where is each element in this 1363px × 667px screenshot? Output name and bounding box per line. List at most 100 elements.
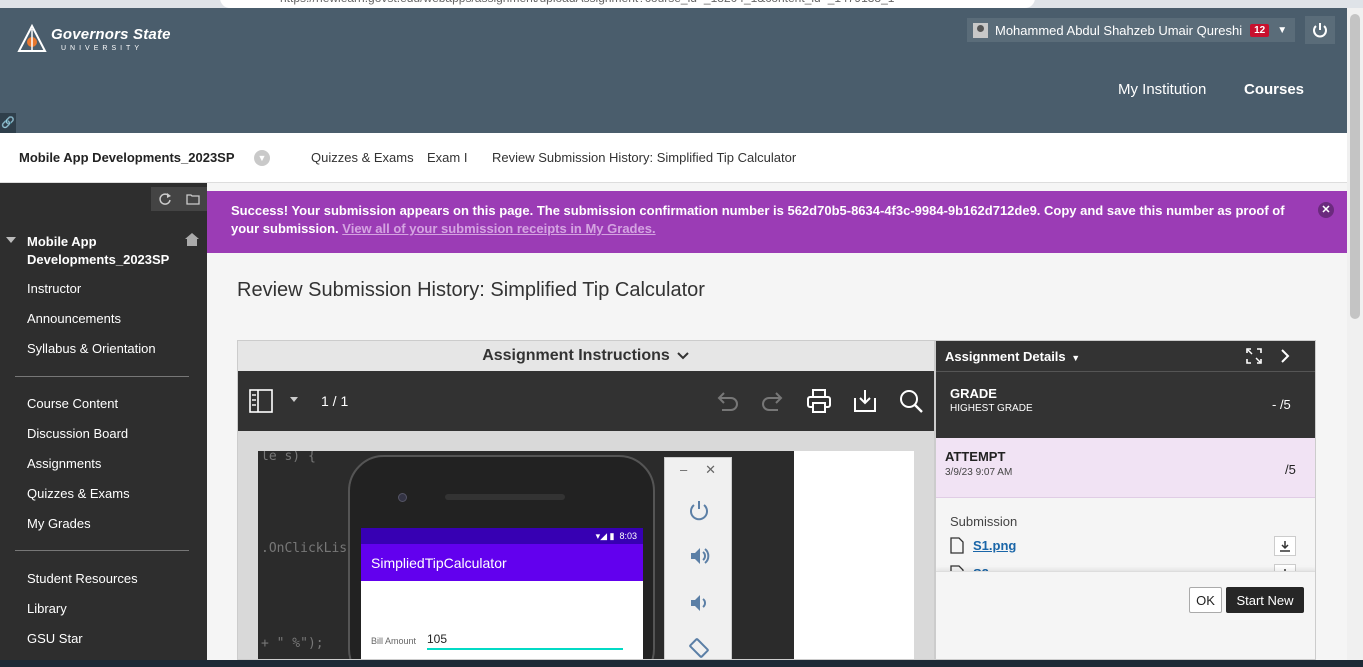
details-heading: Assignment Details [945,349,1066,364]
logo-name: Governors State [51,25,171,43]
breadcrumb-quizzes[interactable]: Quizzes & Exams [311,150,414,165]
sidebar-divider [15,376,189,377]
volume-down-icon [687,591,711,615]
chevron-down-icon: ▼ [1277,24,1288,36]
scrollbar-thumb[interactable] [1350,14,1360,319]
minimize-icon: – [679,462,688,477]
code-line: le s) { [261,451,316,464]
rotate-icon [687,636,711,659]
start-new-button[interactable]: Start New [1226,587,1304,613]
chevron-down-icon: ▼ [1071,353,1081,363]
nav-courses[interactable]: Courses [1244,81,1304,98]
search-icon[interactable] [898,388,924,414]
attempt-label: ATTEMPT [945,449,1006,464]
screenshot-image: le s) { .OnClickLis + " %"); ▾◢ ▮ 8:03 S… [258,451,794,659]
link-icon[interactable]: 🔗 [0,113,16,133]
sidebar-toggle-icon[interactable] [249,389,273,413]
user-menu[interactable]: Mohammed Abdul Shahzeb Umair Qureshi 12 … [967,18,1296,42]
sidebar-item-syllabus[interactable]: Syllabus & Orientation [27,341,156,356]
page-title: Review Submission History: Simplified Ti… [237,279,705,301]
attempt-date: 3/9/23 9:07 AM [945,467,1013,478]
university-logo[interactable]: Governors State UNIVERSITY [17,24,171,54]
sidebar-item-announcements[interactable]: Announcements [27,311,121,326]
sidebar-item-instructor[interactable]: Instructor [27,281,81,296]
os-taskbar [0,660,1363,667]
collapse-caret-icon[interactable] [6,237,16,243]
instructions-heading: Assignment Instructions [482,347,670,364]
ok-button[interactable]: OK [1189,587,1222,613]
sidebar-item-discussion-board[interactable]: Discussion Board [27,426,128,441]
phone-time: 8:03 [619,531,637,541]
course-menu-tools [151,187,207,211]
undo-icon[interactable] [714,388,740,414]
grade-sublabel: HIGHEST GRADE [950,403,1033,414]
main-content: Success! Your submission appears on this… [207,183,1347,660]
document-viewer-toolbar: 1 / 1 [238,371,934,431]
speaker-grille [445,494,565,500]
expand-icon[interactable] [1246,348,1262,364]
page-scrollbar[interactable] [1347,8,1363,660]
details-header: Assignment Details ▼ [936,341,1315,371]
phone-status-bar: ▾◢ ▮ 8:03 [361,528,643,544]
page-counter: 1 / 1 [321,393,349,409]
receipts-link[interactable]: View all of your submission receipts in … [342,221,655,236]
grade-section: GRADE HIGHEST GRADE - /5 [936,371,1315,438]
folder-view-button[interactable] [179,187,207,211]
logo-subtitle: UNIVERSITY [61,44,144,52]
refresh-icon [159,193,171,205]
address-bar[interactable]: https://newlearn.govst.edu/webapps/assig… [220,0,1035,8]
redo-icon[interactable] [760,388,786,414]
logo-mark-icon [17,24,47,52]
app-title: SimpliedTipCalculator [371,554,507,571]
submission-label: Submission [950,514,1018,529]
chevron-down-icon[interactable] [290,397,298,402]
file-row: S1.png [950,536,1305,556]
sidebar-item-quizzes[interactable]: Quizzes & Exams [27,486,130,501]
instructions-toggle[interactable]: Assignment Instructions [238,341,934,371]
sidebar-item-my-grades[interactable]: My Grades [27,516,91,531]
course-menu: Mobile App Developments_2023SP Instructo… [0,183,207,660]
app-bar: SimpliedTipCalculator [361,544,643,581]
attempt-row[interactable]: ATTEMPT 3/9/23 9:07 AM /5 [936,438,1315,498]
nav-my-institution[interactable]: My Institution [1118,81,1206,98]
download-icon[interactable] [852,388,878,414]
volume-up-icon [687,544,711,568]
sidebar-course-title[interactable]: Mobile App Developments_2023SP [27,233,187,269]
sidebar-item-gsu-star[interactable]: GSU Star [27,631,83,646]
avatar [973,22,988,38]
close-icon[interactable]: ✕ [1318,202,1334,218]
sidebar-item-assignments[interactable]: Assignments [27,456,101,471]
power-icon [687,498,711,522]
assignment-instructions-panel: Assignment Instructions 1 / 1 le s) {.O… [237,340,935,660]
attempt-score: /5 [1285,462,1296,477]
file-link[interactable]: S1.png [973,538,1016,553]
logout-button[interactable] [1305,16,1335,44]
document-canvas: le s) { .OnClickLis + " %"); ▾◢ ▮ 8:03 S… [238,431,934,659]
chevron-down-icon[interactable]: ▼ [254,149,270,166]
bill-amount-label: Bill Amount [371,636,417,646]
browser-toolbar: https://newlearn.govst.edu/webapps/assig… [0,0,1363,8]
wifi-signal-icon: ▾◢ ▮ [595,530,615,541]
breadcrumb-exam[interactable]: Exam I [427,150,467,165]
submission-section: Submission S1.png S2.png [936,498,1315,659]
home-icon[interactable] [185,233,199,246]
breadcrumb-current: Review Submission History: Simplified Ti… [492,150,797,165]
refresh-button[interactable] [151,187,179,211]
details-toggle[interactable]: Assignment Details ▼ [945,349,1080,364]
download-file-button[interactable] [1274,536,1296,556]
sidebar-item-library[interactable]: Library [27,601,67,616]
sidebar-divider [15,550,189,551]
breadcrumb: Mobile App Developments_2023SP ▼ Quizzes… [0,133,1347,183]
phone-emulator: ▾◢ ▮ 8:03 SimpliedTipCalculator Bill Amo… [348,455,655,659]
sidebar-item-student-resources[interactable]: Student Resources [27,571,138,586]
breadcrumb-course[interactable]: Mobile App Developments_2023SP [19,150,235,165]
document-page: le s) { .OnClickLis + " %"); ▾◢ ▮ 8:03 S… [258,451,914,659]
print-icon[interactable] [806,388,832,414]
chevron-right-icon[interactable] [1279,348,1291,364]
notification-badge: 12 [1250,23,1270,37]
code-line: .OnClickLis [261,541,348,556]
power-icon [1313,23,1327,38]
camera-icon [398,493,407,502]
sidebar-item-course-content[interactable]: Course Content [27,396,118,411]
folder-icon [186,194,200,205]
